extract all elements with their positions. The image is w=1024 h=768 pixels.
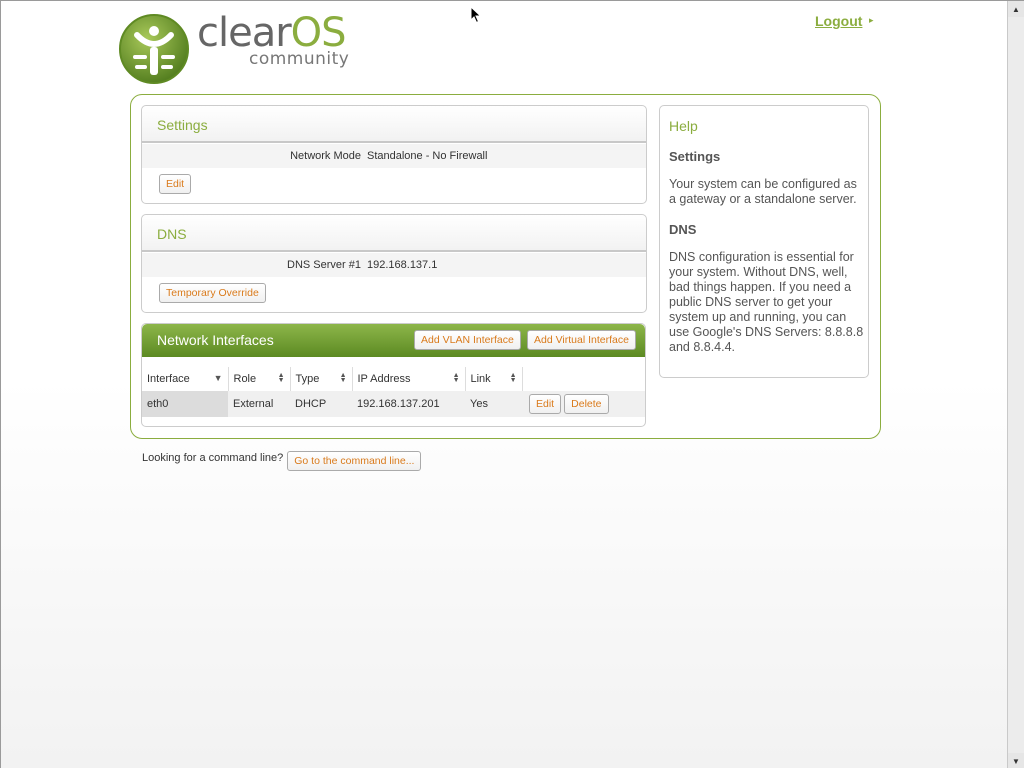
vertical-scrollbar[interactable]: ▲ ▼	[1007, 1, 1024, 768]
go-to-command-line-button[interactable]: Go to the command line...	[287, 451, 422, 471]
cell-type: DHCP	[290, 391, 352, 417]
sort-icon: ▲ ▼	[452, 372, 460, 384]
help-section-text: DNS configuration is essential for your …	[669, 250, 864, 354]
sort-icon: ▲ ▼	[339, 372, 347, 384]
logout-link[interactable]: Logout	[815, 13, 862, 29]
dns-panel: DNS DNS Server #1 192.168.137.1 Temporar…	[141, 214, 647, 313]
scroll-up-icon[interactable]: ▲	[1008, 1, 1024, 17]
add-vlan-interface-button[interactable]: Add VLAN Interface	[414, 330, 521, 350]
dns-server-label: DNS Server #1	[287, 259, 361, 271]
cell-ip-address: 192.168.137.201	[352, 391, 465, 417]
column-link[interactable]: Link ▲ ▼	[465, 367, 523, 391]
column-interface[interactable]: Interface ▼	[142, 367, 229, 391]
dns-title: DNS	[142, 215, 646, 252]
command-line-prompt: Looking for a command line? Go to the co…	[142, 445, 422, 471]
clearos-mark-icon	[119, 14, 189, 84]
clearos-logo: clearOS community	[119, 9, 359, 89]
logout-arrow-icon: ▸	[869, 15, 874, 25]
temporary-override-button[interactable]: Temporary Override	[159, 283, 266, 303]
network-interfaces-title: Network Interfaces	[157, 332, 274, 348]
add-virtual-interface-button[interactable]: Add Virtual Interface	[527, 330, 636, 350]
network-mode-value: Standalone - No Firewall	[367, 150, 488, 162]
help-section-text: Your system can be configured as a gatew…	[669, 177, 857, 206]
interfaces-table: Interface ▼ Role ▲ ▼ Type ▲ ▼ IP Address ▲ ▼ Li…	[142, 367, 645, 417]
network-interfaces-header: Network Interfaces Add VLAN Interface Ad…	[142, 324, 645, 357]
settings-title: Settings	[142, 106, 646, 143]
column-type[interactable]: Type ▲ ▼	[290, 367, 353, 391]
mouse-cursor-icon	[470, 6, 482, 24]
network-interfaces-panel: Network Interfaces Add VLAN Interface Ad…	[141, 323, 646, 427]
help-section-heading: DNS	[669, 222, 697, 237]
cell-actions: Edit Delete	[522, 391, 645, 417]
logo-edition: community	[249, 49, 350, 69]
settings-edit-button[interactable]: Edit	[159, 174, 192, 194]
sort-desc-icon: ▼	[213, 373, 223, 383]
command-line-text: Looking for a command line?	[142, 452, 284, 464]
settings-panel: Settings Network Mode Standalone - No Fi…	[141, 105, 647, 204]
dns-server-row: DNS Server #1 192.168.137.1	[142, 253, 646, 277]
cell-interface: eth0	[142, 391, 228, 417]
network-mode-row: Network Mode Standalone - No Firewall	[142, 144, 646, 168]
help-panel: Help Settings Your system can be configu…	[659, 105, 869, 378]
column-role[interactable]: Role ▲ ▼	[228, 367, 291, 391]
help-section-heading: Settings	[669, 149, 721, 164]
table-header-row: Interface ▼ Role ▲ ▼ Type ▲ ▼ IP Address ▲ ▼ Li…	[142, 367, 645, 391]
cell-link: Yes	[465, 391, 522, 417]
dns-server-value: 192.168.137.1	[367, 259, 438, 271]
column-actions	[522, 367, 645, 391]
sort-icon: ▲ ▼	[277, 372, 285, 384]
network-mode-label: Network Mode	[290, 150, 361, 162]
help-title: Help	[669, 118, 698, 134]
table-row: eth0 External DHCP 192.168.137.201 Yes E…	[142, 391, 645, 417]
cell-role: External	[228, 391, 290, 417]
column-ip-address[interactable]: IP Address ▲ ▼	[352, 367, 466, 391]
sort-icon: ▲ ▼	[509, 372, 517, 384]
delete-interface-button[interactable]: Delete	[564, 394, 609, 414]
edit-interface-button[interactable]: Edit	[529, 394, 562, 414]
scroll-down-icon[interactable]: ▼	[1008, 753, 1024, 768]
